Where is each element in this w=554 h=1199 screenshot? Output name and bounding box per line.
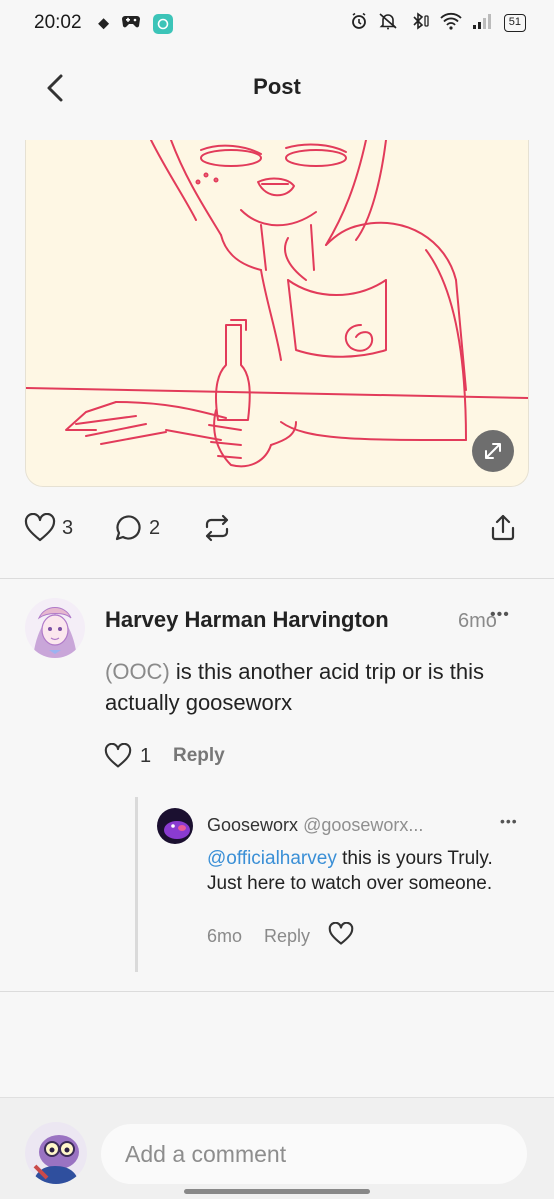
status-bar: 20:02 ⬥ 51	[0, 0, 554, 50]
status-time: 20:02	[34, 12, 82, 33]
share-icon	[491, 514, 515, 541]
artwork-drawing	[26, 140, 528, 468]
comment-like-count: 1	[140, 744, 152, 767]
heart-icon	[24, 513, 56, 542]
avatar-image	[25, 598, 85, 658]
comment-count: 2	[149, 516, 161, 539]
reply-author[interactable]: Gooseworx	[207, 815, 298, 835]
divider	[0, 991, 554, 992]
reply-author-line: Gooseworx @gooseworx...	[207, 815, 423, 836]
status-left-icons: ⬥	[98, 13, 174, 34]
comment-button[interactable]: 2	[113, 513, 160, 543]
avatar[interactable]	[25, 598, 85, 658]
bluetooth-icon	[410, 12, 430, 34]
current-user-avatar[interactable]	[25, 1122, 87, 1184]
post-actions: 3 2	[0, 505, 554, 551]
weather-icon: ⬥	[98, 14, 110, 32]
heart-icon	[104, 743, 132, 768]
chat-app-icon	[153, 13, 174, 34]
comment-composer	[0, 1097, 554, 1199]
like-button[interactable]: 3	[24, 513, 73, 543]
reply-body: @officialharvey this is yours Truly. Jus…	[207, 846, 527, 896]
app-header: Post	[0, 50, 554, 125]
reply-avatar[interactable]	[157, 808, 193, 844]
current-user-avatar-image	[25, 1122, 87, 1184]
signal-icon	[472, 12, 494, 34]
repost-button[interactable]	[202, 513, 232, 543]
comment-bubble-icon	[115, 515, 141, 541]
comment-reply-button[interactable]: Reply	[173, 745, 225, 767]
alarm-icon	[350, 12, 368, 34]
reply-like-button[interactable]	[328, 921, 354, 951]
reply-time: 6mo	[207, 926, 243, 946]
comment-ooc-tag: (OOC)	[105, 659, 170, 684]
wifi-icon	[440, 12, 462, 34]
page-title: Post	[253, 74, 301, 99]
repost-icon	[205, 514, 229, 542]
home-indicator[interactable]	[184, 1189, 370, 1194]
reply-thread-line	[135, 797, 138, 972]
comment-input[interactable]	[101, 1124, 527, 1184]
like-count: 3	[62, 516, 74, 539]
comment-author[interactable]: Harvey Harman Harvington	[105, 607, 389, 633]
reply-reply-button[interactable]: Reply	[264, 926, 310, 947]
expand-icon	[485, 443, 501, 459]
reply-handle: @gooseworx...	[303, 815, 424, 835]
status-right-icons: 51	[350, 12, 526, 34]
battery-icon: 51	[503, 14, 526, 32]
gamepad-icon	[121, 13, 141, 34]
mute-icon	[378, 12, 400, 34]
expand-image-button[interactable]	[472, 430, 514, 472]
reply-mention-link[interactable]: @officialharvey	[207, 848, 337, 869]
comment-body: (OOC) is this another acid trip or is th…	[105, 656, 535, 718]
reply-more-button[interactable]: •••	[500, 813, 518, 829]
reply-avatar-image	[157, 808, 193, 844]
heart-icon	[328, 921, 354, 945]
comment-more-button[interactable]: •••	[490, 606, 510, 624]
comment-like-button[interactable]: 1	[104, 743, 151, 769]
divider	[0, 578, 554, 579]
share-button[interactable]	[488, 513, 518, 543]
post-image[interactable]	[25, 140, 529, 487]
